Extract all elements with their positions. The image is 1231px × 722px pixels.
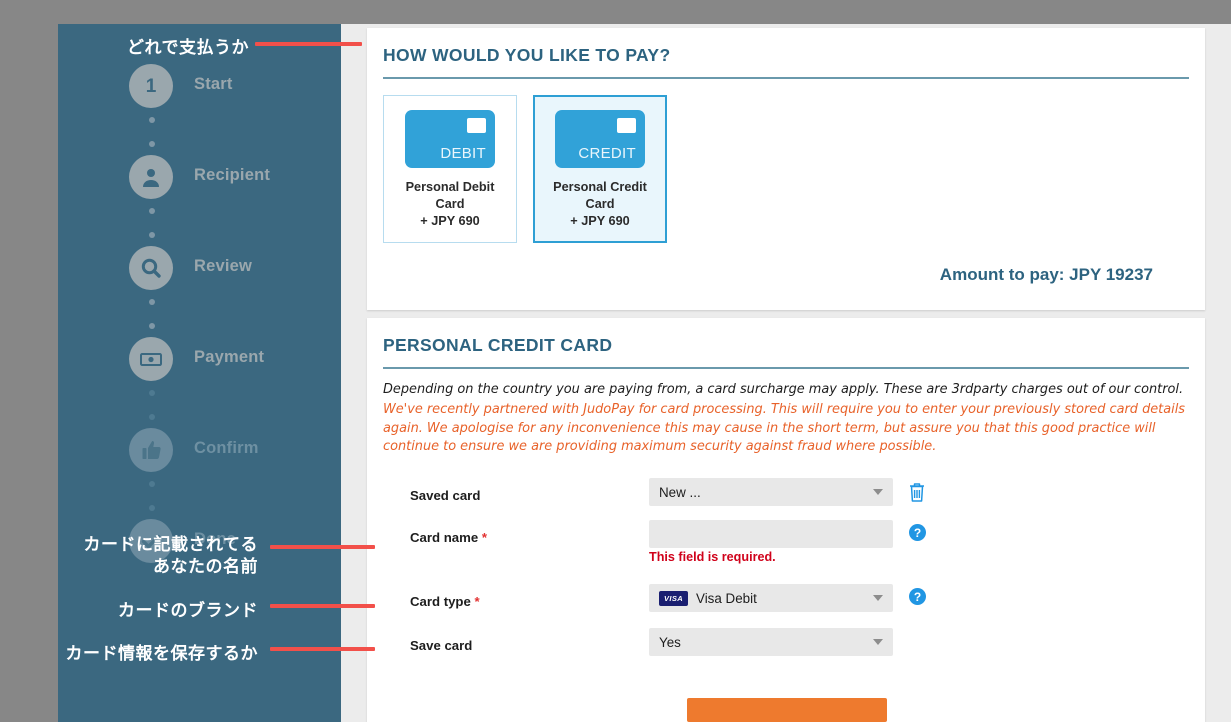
content-column: HOW WOULD YOU LIKE TO PAY? DEBIT Persona… xyxy=(341,24,1231,722)
help-icon[interactable]: ? xyxy=(909,524,926,542)
save-card-field: Save card Yes xyxy=(383,628,1189,670)
card-name-input[interactable] xyxy=(649,520,893,549)
section-title: PERSONAL CREDIT CARD xyxy=(383,335,613,355)
card-name-field: Card name * This field is required. ? xyxy=(383,520,1189,584)
step-connector-dot xyxy=(149,141,155,147)
annotation-line-card-name xyxy=(270,545,375,549)
step-connector-dot xyxy=(149,299,155,305)
step-connector-dot xyxy=(149,414,155,420)
annotation-payment-method: どれで支払うか xyxy=(127,38,249,58)
annotation-line-save-card xyxy=(270,647,375,651)
payment-method-panel: HOW WOULD YOU LIKE TO PAY? DEBIT Persona… xyxy=(367,28,1205,310)
sidebar-step-label: Start xyxy=(194,75,233,93)
saved-card-select[interactable]: New ... xyxy=(649,478,893,507)
annotation-line-payment-method xyxy=(255,42,362,46)
annotation-line-card-type xyxy=(270,604,375,608)
sidebar-step-label: Review xyxy=(194,257,253,275)
payment-tile-debit[interactable]: DEBIT Personal Debit Card + JPY 690 xyxy=(383,95,517,244)
sidebar-step-payment[interactable]: Payment xyxy=(58,337,341,393)
saved-card-label: Saved card xyxy=(410,488,481,504)
step-connector-dot xyxy=(149,505,155,511)
saved-card-value: New ... xyxy=(659,484,701,500)
credit-card-panel: PERSONAL CREDIT CARD Depending on the co… xyxy=(367,318,1205,722)
card-name-error: This field is required. xyxy=(649,550,776,565)
card-name-control xyxy=(649,520,893,549)
sidebar-step-label: Confirm xyxy=(194,439,259,457)
card-type-value: Visa Debit xyxy=(696,590,757,606)
payment-tile-price: + JPY 690 xyxy=(420,214,480,229)
card-chip-icon xyxy=(617,118,636,133)
save-card-select[interactable]: Yes xyxy=(649,628,893,657)
visa-icon: VISA xyxy=(659,590,688,606)
step-badge: 1 xyxy=(145,75,157,97)
payment-tile-name: Personal Credit Card xyxy=(553,180,647,212)
payment-tile-name: Personal Debit Card xyxy=(405,180,495,212)
card-type-field: Card type * VISA Visa Debit ? xyxy=(383,584,1189,628)
card-chip-icon xyxy=(467,118,486,133)
sidebar-step-review[interactable]: Review xyxy=(58,246,341,302)
save-card-control: Yes xyxy=(649,628,893,657)
page-title: HOW WOULD YOU LIKE TO PAY? xyxy=(383,45,671,65)
payment-method-tiles: DEBIT Personal Debit Card + JPY 690 CRED… xyxy=(367,79,1205,244)
sidebar-step-label: Payment xyxy=(194,348,265,366)
step-connector-dot xyxy=(149,481,155,487)
save-card-label: Save card xyxy=(410,638,473,654)
amount-to-pay: Amount to pay: JPY 19237 xyxy=(939,265,1153,285)
submit-row xyxy=(367,698,1205,722)
card-type-label-text: Card type xyxy=(410,594,471,610)
step-connector-dot xyxy=(149,117,155,123)
saved-card-control: New ... xyxy=(649,478,893,507)
step-connector-dot xyxy=(149,390,155,396)
card-type-control: VISA Visa Debit xyxy=(649,584,893,613)
trash-icon[interactable] xyxy=(908,481,926,503)
save-card-value: Yes xyxy=(659,634,681,650)
card-art-label: CREDIT xyxy=(578,145,636,162)
judopay-warning: We've recently partnered with JudoPay fo… xyxy=(383,402,1186,454)
step-connector-dot xyxy=(149,323,155,329)
thumbs-up-icon xyxy=(129,428,173,472)
step-connector-dot xyxy=(149,208,155,214)
sidebar-step-label: Recipient xyxy=(194,166,271,184)
required-marker: * xyxy=(481,530,487,546)
sidebar-step-start[interactable]: 1 Start xyxy=(58,64,341,120)
magnifier-icon xyxy=(129,246,173,290)
sidebar-step-recipient[interactable]: Recipient xyxy=(58,155,341,211)
card-type-label: Card type * xyxy=(410,594,480,609)
chevron-down-icon xyxy=(873,639,883,646)
payment-tile-price: + JPY 690 xyxy=(570,214,630,229)
annotation-card-name-line2: あなたの名前 xyxy=(153,557,258,577)
surcharge-note: Depending on the country you are paying … xyxy=(383,382,1184,397)
annotation-save-card: カード情報を保存するか xyxy=(65,644,258,664)
card-name-label-text: Card name xyxy=(410,530,479,546)
annotation-card-type: カードのブランド xyxy=(118,601,258,621)
screenshot-root: 1 Start Recipient Review Payment Confirm… xyxy=(0,0,1231,722)
payment-tile-credit[interactable]: CREDIT Personal Credit Card + JPY 690 xyxy=(533,95,667,244)
page-scrollbar[interactable] xyxy=(1213,24,1231,722)
person-icon xyxy=(129,155,173,199)
card-form: Saved card New ... Card name * This fiel… xyxy=(367,456,1205,670)
surcharge-notes: Depending on the country you are paying … xyxy=(367,369,1205,456)
debit-card-icon: DEBIT xyxy=(405,110,495,168)
visa-label: VISA xyxy=(663,593,684,603)
chevron-down-icon xyxy=(873,595,883,602)
card-type-select[interactable]: VISA Visa Debit xyxy=(649,584,893,613)
credit-card-icon: CREDIT xyxy=(555,110,645,168)
number-1-icon: 1 xyxy=(129,64,173,108)
sidebar-step-confirm[interactable]: Confirm xyxy=(58,428,341,484)
banknote-icon xyxy=(129,337,173,381)
step-connector-dot xyxy=(149,232,155,238)
required-marker: * xyxy=(474,594,480,610)
chevron-down-icon xyxy=(873,489,883,496)
card-art-label: DEBIT xyxy=(440,145,486,162)
saved-card-field: Saved card New ... xyxy=(383,478,1189,520)
submit-button[interactable] xyxy=(687,698,887,722)
help-icon[interactable]: ? xyxy=(909,588,926,606)
card-name-label: Card name * xyxy=(410,530,487,545)
